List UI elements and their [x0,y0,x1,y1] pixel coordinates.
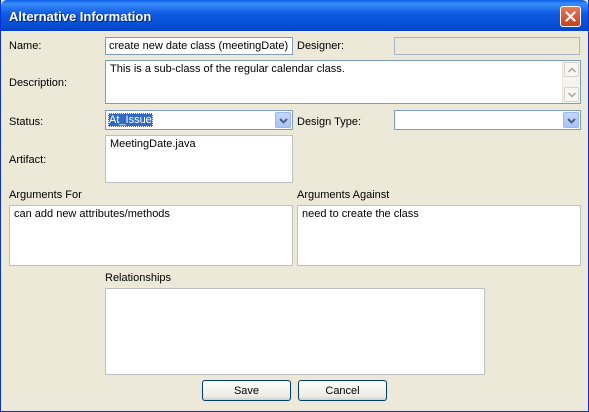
design-type-label: Design Type: [297,116,362,128]
status-label: Status: [9,116,44,128]
alternative-information-dialog: Alternative Information Name: create new… [0,0,589,412]
cancel-button[interactable]: Cancel [298,380,387,401]
arguments-against-label: Arguments Against [297,189,390,201]
designer-label: Designer: [297,40,345,52]
scroll-down-button[interactable] [564,87,579,102]
arrow-down-icon [568,92,576,98]
designer-field[interactable] [394,37,580,55]
description-label: Description: [9,77,68,89]
artifact-label: Artifact: [9,154,47,166]
status-select[interactable]: At_Issue [105,110,293,130]
description-field[interactable]: This is a sub-class of the regular calen… [105,60,581,104]
status-dropdown-button[interactable] [275,112,291,128]
relationships-list[interactable] [105,288,485,375]
chevron-down-icon [567,118,576,124]
design-type-select[interactable] [394,110,581,130]
close-button[interactable] [560,6,581,27]
scroll-up-button[interactable] [564,62,579,77]
description-scrollbar[interactable] [562,61,580,103]
close-icon [565,11,576,22]
name-label: Name: [9,40,42,52]
description-text: This is a sub-class of the regular calen… [110,63,345,75]
arguments-for-field[interactable]: can add new attributes/methods [9,205,293,266]
status-selected-value: At_Issue [108,113,153,127]
save-button[interactable]: Save [202,380,291,401]
arguments-for-label: Arguments For [9,189,82,201]
artifact-field[interactable]: MeetingDate.java [105,135,293,183]
window-title: Alternative Information [9,9,152,24]
design-type-selected-value [397,113,399,115]
arrow-up-icon [568,67,576,73]
design-type-dropdown-button[interactable] [563,112,579,128]
name-field[interactable]: create new date class (meetingDate) [105,37,293,55]
arguments-against-field[interactable]: need to create the class [297,205,581,266]
title-bar[interactable]: Alternative Information [1,0,588,31]
relationships-label: Relationships [105,272,172,284]
chevron-down-icon [279,118,288,124]
